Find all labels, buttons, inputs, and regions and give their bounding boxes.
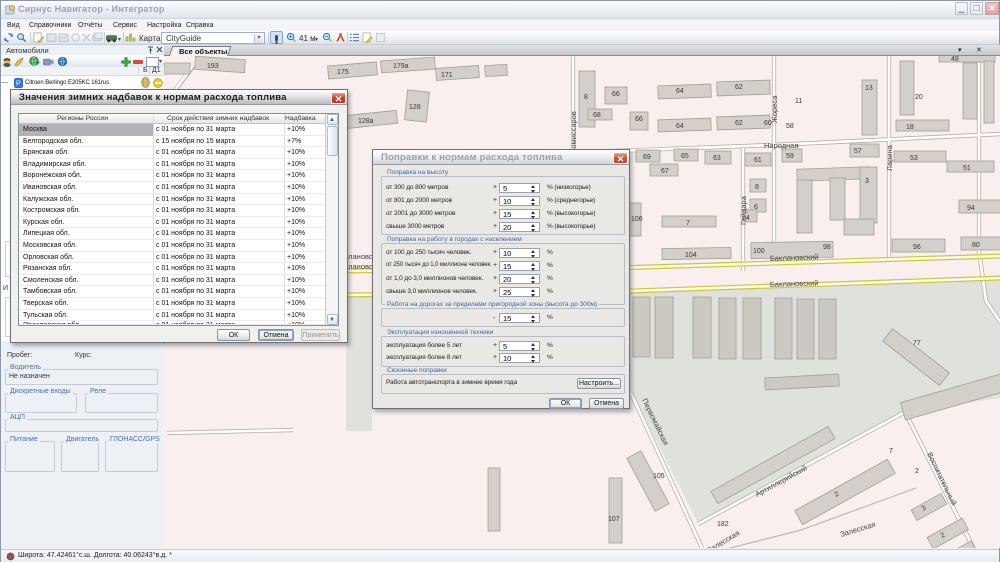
svg-text:7: 7 [686, 220, 690, 227]
svg-text:20: 20 [915, 94, 923, 101]
svg-text:13: 13 [865, 85, 873, 92]
svg-text:Жореса: Жореса [770, 95, 779, 123]
svg-text:64: 64 [676, 88, 684, 95]
svg-text:61: 61 [754, 157, 762, 164]
svg-text:48: 48 [951, 56, 959, 63]
svg-text:66: 66 [612, 91, 620, 98]
svg-text:105: 105 [653, 473, 665, 480]
svg-text:67: 67 [661, 168, 669, 175]
svg-text:59: 59 [786, 153, 794, 160]
svg-text:68: 68 [593, 112, 601, 119]
svg-text:106: 106 [631, 216, 643, 223]
svg-text:7: 7 [889, 448, 893, 455]
svg-text:57: 57 [854, 148, 862, 155]
svg-text:2: 2 [915, 468, 919, 475]
svg-text:Баклановский: Баклановский [770, 278, 819, 289]
svg-text:98: 98 [823, 244, 831, 251]
svg-text:100: 100 [753, 248, 765, 255]
svg-text:65: 65 [681, 153, 689, 160]
svg-text:77: 77 [913, 340, 921, 347]
svg-text:80: 80 [972, 242, 980, 249]
svg-text:179а: 179а [393, 63, 409, 70]
svg-text:69: 69 [643, 154, 651, 161]
svg-text:51: 51 [963, 165, 971, 172]
svg-text:63: 63 [713, 155, 721, 162]
svg-text:Комиссаров: Комиссаров [569, 111, 578, 153]
svg-text:8: 8 [584, 94, 588, 101]
svg-text:Баклановский: Баклановский [770, 252, 819, 263]
svg-text:3: 3 [865, 178, 869, 185]
svg-text:Гайдара: Гайдара [739, 195, 748, 225]
svg-text:128а: 128а [358, 118, 374, 125]
svg-text:66: 66 [635, 116, 643, 123]
svg-text:58: 58 [786, 123, 794, 130]
svg-text:18: 18 [906, 124, 914, 131]
svg-text:Ларина: Ларина [885, 144, 894, 171]
svg-text:62: 62 [735, 120, 743, 127]
svg-text:62: 62 [735, 84, 743, 91]
svg-text:128: 128 [409, 104, 421, 111]
svg-text:P: P [16, 81, 21, 88]
svg-text:104: 104 [685, 252, 697, 259]
svg-text:6: 6 [754, 204, 758, 211]
svg-text:64: 64 [676, 123, 684, 130]
svg-text:107: 107 [608, 516, 620, 523]
svg-text:96: 96 [913, 244, 921, 251]
svg-text:94: 94 [967, 205, 975, 212]
svg-text:8: 8 [755, 184, 759, 191]
svg-text:182: 182 [717, 521, 729, 528]
svg-text:53: 53 [910, 155, 918, 162]
svg-text:Народная: Народная [764, 141, 799, 150]
svg-text:11: 11 [795, 98, 802, 105]
svg-text:193: 193 [207, 63, 219, 70]
svg-text:171: 171 [441, 72, 453, 79]
svg-text:175: 175 [337, 69, 349, 76]
